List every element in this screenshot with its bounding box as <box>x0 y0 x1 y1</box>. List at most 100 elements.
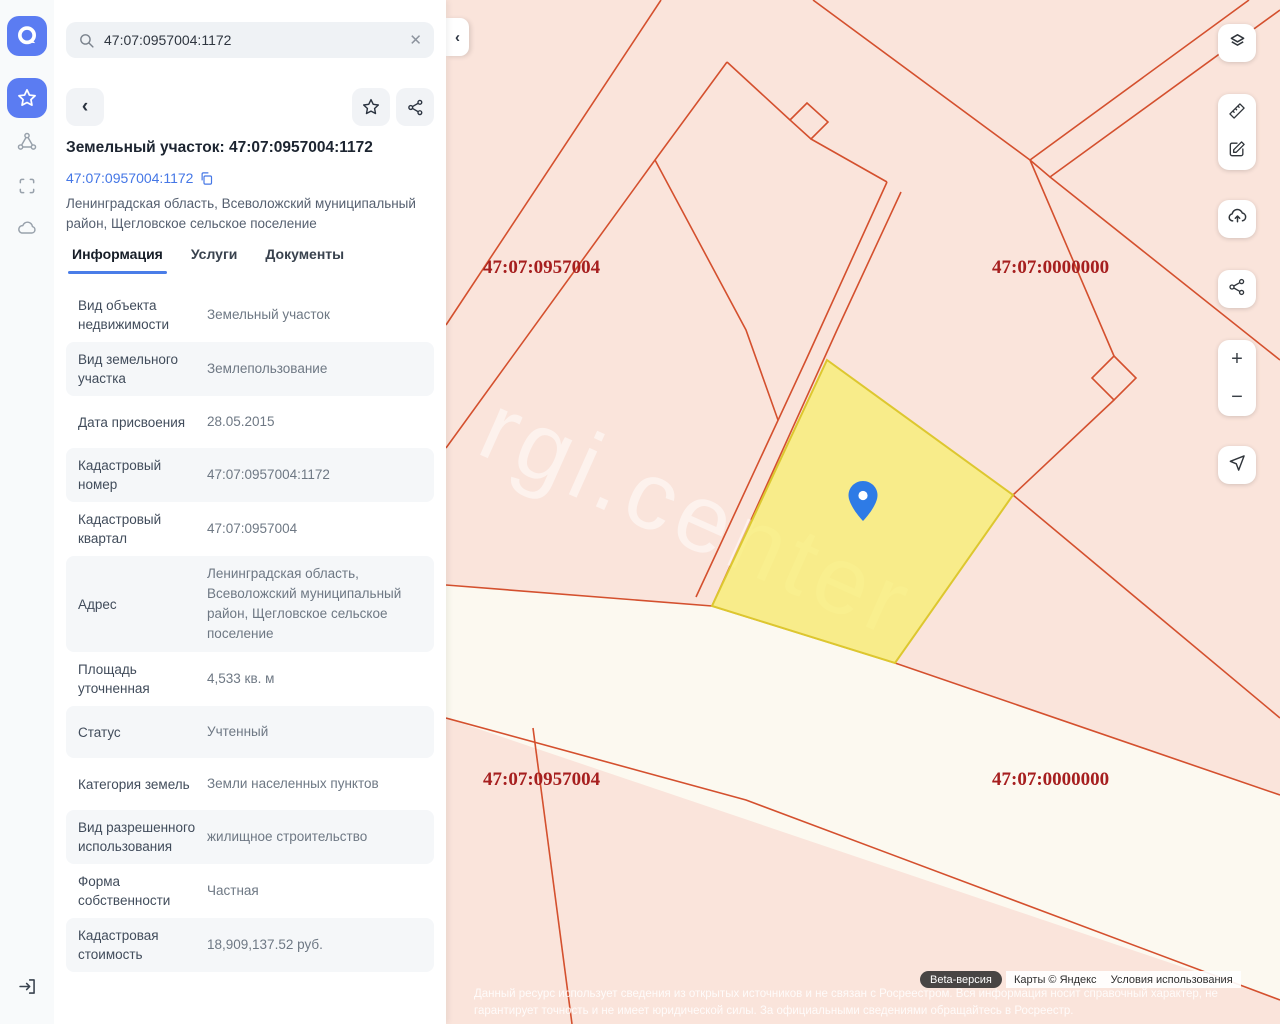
locate-button[interactable] <box>1218 446 1256 484</box>
row-label: Площадь уточненная <box>78 660 196 698</box>
cadastral-number-link[interactable]: 47:07:0957004:1172 <box>66 170 214 186</box>
app-logo[interactable] <box>7 16 47 56</box>
disclaimer-line: Данный ресурс использует сведения из отк… <box>474 988 1234 1000</box>
sidebar-item-select-area[interactable] <box>16 175 38 197</box>
measure-edit-group <box>1218 94 1256 170</box>
cadastral-map-layer: rgi.center <box>446 0 1280 1024</box>
zoom-out-button[interactable]: − <box>1218 378 1256 416</box>
row-value: жилищное строительство <box>207 827 424 847</box>
minus-icon: − <box>1231 386 1243 409</box>
table-row: Кадастровый квартал 47:07:0957004 <box>66 502 434 556</box>
table-row: Форма собственности Частная <box>66 864 434 918</box>
cloud-icon <box>16 217 38 239</box>
select-area-icon <box>17 176 37 196</box>
favorite-button[interactable] <box>352 88 390 126</box>
copy-icon[interactable] <box>199 171 214 186</box>
ruler-icon <box>1227 101 1247 126</box>
disclaimer-line: гарантирует точность и не имеет юридичес… <box>474 1005 1234 1017</box>
map-canvas[interactable]: rgi.center 47:07:0957004 47:07:0000000 4… <box>446 0 1280 1024</box>
page-title: Земельный участок: 47:07:0957004:1172 <box>66 139 438 157</box>
zoom-group: + − <box>1218 340 1256 416</box>
share-map-button[interactable] <box>1218 270 1256 308</box>
attribution-text: Карты © Яндекс <box>1014 974 1097 986</box>
share-icon <box>1227 277 1247 302</box>
row-value: 18,909,137.52 руб. <box>207 935 424 955</box>
row-value: 4,533 кв. м <box>207 669 424 689</box>
row-label: Кадастровый номер <box>78 456 196 494</box>
layers-button[interactable] <box>1218 24 1256 62</box>
row-value: Частная <box>207 881 424 901</box>
table-row: Кадастровая стоимость 18,909,137.52 руб. <box>66 918 434 972</box>
terms-link[interactable]: Условия использования <box>1111 974 1233 986</box>
search-icon <box>78 32 95 49</box>
back-button[interactable]: ‹ <box>66 88 104 126</box>
locate-arrow-icon <box>1227 453 1247 478</box>
sidebar-item-login[interactable] <box>16 975 38 997</box>
cadastral-number-text: 47:07:0957004:1172 <box>66 170 193 186</box>
sidebar-item-cloud[interactable] <box>16 217 38 239</box>
quarter-label: 47:07:0000000 <box>992 257 1109 279</box>
search-bar: ✕ <box>66 22 434 58</box>
chevron-left-icon: ‹ <box>455 29 460 46</box>
login-icon <box>17 976 38 997</box>
quarter-label: 47:07:0957004 <box>483 257 600 279</box>
row-label: Вид разрешенного использования <box>78 818 196 856</box>
row-value: Землепользование <box>207 359 424 379</box>
row-value: Ленинградская область, Всеволожский муни… <box>207 564 424 644</box>
table-row: Площадь уточненная 4,533 кв. м <box>66 652 434 706</box>
logo-icon <box>14 23 40 49</box>
sidebar-item-favorites[interactable] <box>7 78 47 118</box>
row-value: Учтенный <box>207 722 424 742</box>
row-label: Категория земель <box>78 775 196 794</box>
table-row: Вид объекта недвижимости Земельный участ… <box>66 288 434 342</box>
info-panel: ✕ ‹ Земельный участок: 47:07:0957004:117… <box>54 0 446 1024</box>
row-label: Адрес <box>78 595 196 614</box>
measure-button[interactable] <box>1218 94 1256 132</box>
row-value: Земельный участок <box>207 305 424 325</box>
attributes-table: Вид объекта недвижимости Земельный участ… <box>66 288 434 972</box>
beta-badge: Beta-версия <box>920 971 1002 988</box>
upload-button[interactable] <box>1218 200 1256 238</box>
zoom-in-button[interactable]: + <box>1218 340 1256 378</box>
row-value: 47:07:0957004:1172 <box>207 465 424 485</box>
table-row: Вид земельного участка Землепользование <box>66 342 434 396</box>
quarter-label: 47:07:0000000 <box>992 769 1109 791</box>
row-value: 47:07:0957004 <box>207 519 424 539</box>
table-row: Кадастровый номер 47:07:0957004:1172 <box>66 448 434 502</box>
row-label: Дата присвоения <box>78 413 196 432</box>
tab-documents[interactable]: Документы <box>265 246 344 272</box>
row-label: Статус <box>78 723 196 742</box>
search-input[interactable] <box>104 32 409 48</box>
tab-bar: Информация Услуги Документы <box>72 246 344 272</box>
share-button[interactable] <box>396 88 434 126</box>
sidebar-item-graph[interactable] <box>16 131 38 153</box>
edit-icon <box>1227 139 1247 164</box>
graph-nodes-icon <box>16 131 38 153</box>
table-row: Дата присвоения 28.05.2015 <box>66 396 434 448</box>
tab-services[interactable]: Услуги <box>191 246 238 272</box>
clear-search-icon[interactable]: ✕ <box>409 31 422 49</box>
row-label: Кадастровая стоимость <box>78 926 196 964</box>
tab-information[interactable]: Информация <box>72 246 163 272</box>
cloud-upload-icon <box>1227 206 1248 232</box>
table-row: Вид разрешенного использования жилищное … <box>66 810 434 864</box>
table-row: Адрес Ленинградская область, Всеволожски… <box>66 556 434 652</box>
star-icon <box>361 97 381 117</box>
row-label: Форма собственности <box>78 872 196 910</box>
chevron-left-icon: ‹ <box>82 96 88 118</box>
row-label: Кадастровый квартал <box>78 510 196 548</box>
share-icon <box>406 98 425 117</box>
star-icon <box>16 87 38 109</box>
quarter-label: 47:07:0957004 <box>483 769 600 791</box>
app-sidebar <box>0 0 54 1024</box>
map-attribution: Карты © Яндекс Условия использования <box>1006 971 1241 988</box>
row-value: 28.05.2015 <box>207 412 424 432</box>
draw-edit-button[interactable] <box>1218 132 1256 170</box>
table-row: Категория земель Земли населенных пункто… <box>66 758 434 810</box>
plus-icon: + <box>1231 348 1243 371</box>
collapse-panel-button[interactable]: ‹ <box>446 18 469 56</box>
layers-icon <box>1227 30 1248 56</box>
row-label: Вид объекта недвижимости <box>78 296 196 334</box>
table-row: Статус Учтенный <box>66 706 434 758</box>
object-address: Ленинградская область, Всеволожский муни… <box>66 194 434 234</box>
